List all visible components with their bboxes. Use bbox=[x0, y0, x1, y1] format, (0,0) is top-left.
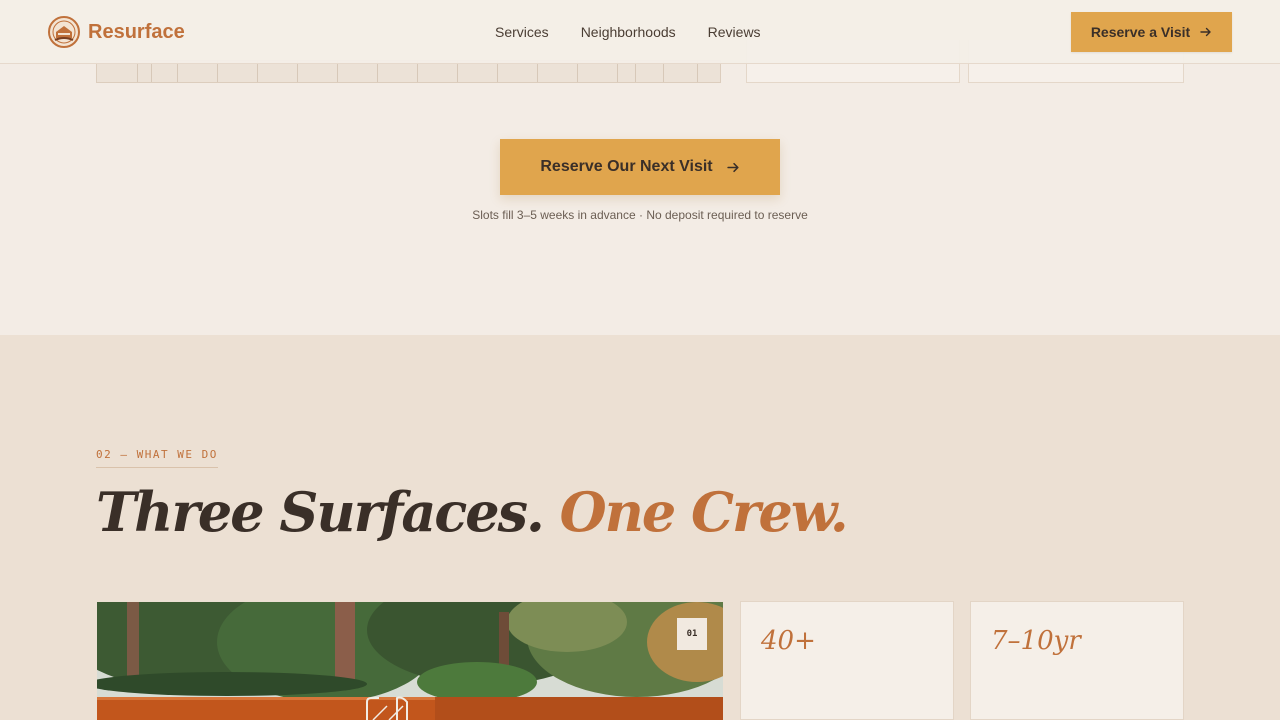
court-photo bbox=[97, 602, 723, 720]
nav-link-reviews[interactable]: Reviews bbox=[708, 24, 761, 40]
stat-value: 40+ bbox=[761, 626, 816, 656]
service-photo-card[interactable]: 01 bbox=[97, 602, 723, 720]
reserve-visit-label: Reserve a Visit bbox=[1090, 24, 1191, 40]
brand-name: Resurface bbox=[88, 20, 185, 43]
site-header: Resurface Services Neighborhoods Reviews… bbox=[0, 0, 1280, 64]
heading-accent: One Crew. bbox=[559, 480, 849, 544]
services-section: 02 — WHAT WE DO Three Surfaces. One Crew… bbox=[0, 335, 1280, 720]
stat-value: 7–10yr bbox=[991, 626, 1081, 656]
arrow-right-icon bbox=[726, 162, 739, 172]
nav-link-services[interactable]: Services bbox=[495, 24, 549, 40]
heading-main: Three Surfaces. bbox=[96, 480, 545, 544]
stat-card-lifespan: 7–10yr bbox=[970, 601, 1184, 720]
photo-index-badge: 01 bbox=[677, 618, 707, 650]
primary-nav: Services Neighborhoods Reviews bbox=[495, 24, 761, 40]
nav-link-neighborhoods[interactable]: Neighborhoods bbox=[581, 24, 676, 40]
arrow-right-icon bbox=[1200, 27, 1211, 37]
reserve-next-visit-label: Reserve Our Next Visit bbox=[540, 158, 713, 175]
booking-note: Slots fill 3–5 weeks in advance · No dep… bbox=[472, 208, 808, 222]
section-heading: Three Surfaces. One Crew. bbox=[96, 480, 849, 544]
reserve-visit-button[interactable]: Reserve a Visit bbox=[1071, 12, 1232, 52]
brand-logo[interactable]: Resurface bbox=[48, 16, 185, 48]
reserve-next-visit-button[interactable]: Reserve Our Next Visit bbox=[500, 139, 780, 195]
section-eyebrow: 02 — WHAT WE DO bbox=[96, 448, 218, 468]
stat-card-count: 40+ bbox=[740, 601, 954, 720]
logo-icon bbox=[48, 16, 80, 48]
